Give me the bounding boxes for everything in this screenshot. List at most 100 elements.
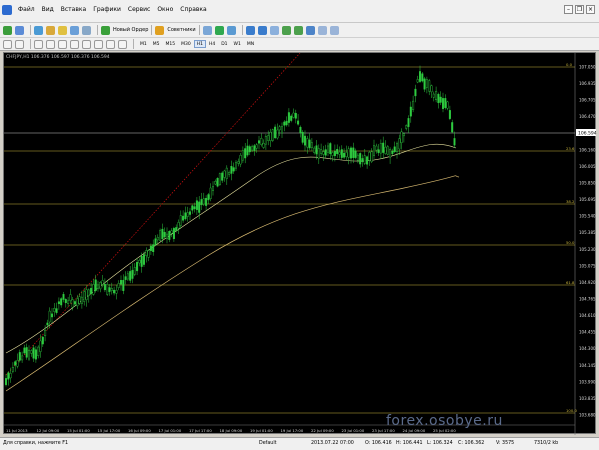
candle-body: [398, 138, 401, 150]
new-order-button[interactable]: Новый Ордер: [113, 27, 148, 33]
profiles-icon[interactable]: [15, 25, 24, 35]
candle-body: [90, 287, 93, 294]
timeframe-m30[interactable]: M30: [178, 40, 194, 48]
candle-body: [402, 133, 405, 137]
text-icon[interactable]: [94, 39, 103, 49]
close-button[interactable]: ×: [586, 5, 595, 14]
line-chart-icon[interactable]: [226, 25, 236, 35]
menu-help[interactable]: Справка: [180, 6, 206, 13]
toolbar-separator: [241, 25, 243, 35]
candle-body: [67, 300, 70, 305]
candle-chart-icon[interactable]: [214, 25, 224, 35]
candle-body: [73, 301, 76, 305]
candle-body: [55, 308, 58, 313]
vertical-line-icon[interactable]: [34, 39, 43, 49]
chart-shift-icon[interactable]: [293, 25, 303, 35]
minimize-button[interactable]: –: [564, 5, 573, 14]
label-icon[interactable]: [106, 39, 115, 49]
candle-body: [21, 355, 24, 361]
candle-body: [156, 236, 159, 241]
price-chart[interactable]: 107.050106.935106.705106.470106.315106.1…: [4, 53, 597, 435]
drawing-toolbar: M1 M5 M15 M30 H1 H4 D1 W1 MN: [0, 38, 599, 51]
candle-body: [425, 79, 428, 88]
horizontal-line-icon[interactable]: [46, 39, 55, 49]
restore-button[interactable]: ❐: [575, 5, 584, 14]
candle-body: [175, 227, 178, 231]
trendline-icon[interactable]: [58, 39, 67, 49]
status-bar: Для справки, нажмите F1 Default 2013.07.…: [0, 437, 599, 450]
price-tick-label: 106.705: [579, 98, 596, 103]
candle-body: [126, 273, 129, 280]
menu-tools[interactable]: Сервис: [128, 6, 150, 13]
candle-body: [14, 361, 17, 366]
candle-body: [205, 198, 208, 206]
timeframe-m15[interactable]: M15: [163, 40, 179, 48]
experts-button[interactable]: Советники: [167, 27, 195, 33]
candle-body: [382, 142, 385, 153]
candle-body: [294, 112, 297, 119]
time-tick-label: 22 Jul 09:00: [311, 428, 334, 433]
timeframe-h4[interactable]: H4: [206, 40, 218, 48]
navigator-icon[interactable]: [58, 25, 67, 35]
candle-body: [25, 347, 28, 358]
candle-body: [407, 118, 410, 127]
new-order-icon[interactable]: [101, 25, 110, 35]
fib-level-label: 50.0: [566, 240, 575, 245]
candle-body: [218, 173, 221, 185]
candle-body: [297, 120, 300, 125]
candle-body: [327, 145, 330, 153]
indicators-icon[interactable]: [305, 25, 315, 35]
timeframe-m5[interactable]: M5: [150, 40, 163, 48]
candle-body: [271, 129, 274, 141]
data-window-icon[interactable]: [46, 25, 55, 35]
toolbar-separator: [198, 25, 200, 35]
price-scale: 107.050106.935106.705106.470106.315106.1…: [579, 65, 596, 418]
timeframe-h1[interactable]: H1: [193, 40, 206, 48]
candle-body: [230, 166, 233, 174]
crosshair-icon[interactable]: [15, 39, 24, 49]
timeframe-mn[interactable]: MN: [244, 40, 257, 48]
bar-chart-icon[interactable]: [202, 25, 212, 35]
candle-body: [290, 115, 293, 121]
candle-body: [182, 215, 185, 221]
price-tick-label: 104.920: [579, 280, 596, 285]
new-chart-icon[interactable]: [3, 25, 12, 35]
menu-charts[interactable]: Графики: [93, 6, 121, 13]
candle-body: [448, 110, 451, 119]
templates-icon[interactable]: [329, 25, 339, 35]
candle-body: [147, 250, 150, 258]
channel-icon[interactable]: [70, 39, 79, 49]
menu-file[interactable]: Файл: [18, 6, 35, 13]
price-tick-label: 104.610: [579, 313, 596, 318]
trend-line[interactable]: [5, 53, 301, 376]
candle-body: [237, 161, 240, 164]
timeframe-m1[interactable]: M1: [137, 40, 150, 48]
menu-view[interactable]: Вид: [42, 6, 54, 13]
timeframe-w1[interactable]: W1: [231, 40, 244, 48]
zoom-out-icon[interactable]: [257, 25, 267, 35]
arrows-icon[interactable]: [118, 39, 127, 49]
zoom-in-icon[interactable]: [245, 25, 255, 35]
menu-window[interactable]: Окно: [157, 6, 173, 13]
candle-body: [101, 280, 104, 285]
candle-body: [363, 155, 366, 164]
timeframe-d1[interactable]: D1: [218, 40, 230, 48]
chart-window[interactable]: 107.050106.935106.705106.470106.315106.1…: [3, 52, 597, 435]
periods-icon[interactable]: [317, 25, 327, 35]
autoscroll-icon[interactable]: [281, 25, 291, 35]
current-price-label: 106.594: [578, 131, 597, 137]
price-tick-label: 105.540: [579, 214, 596, 219]
candle-body: [375, 145, 378, 151]
app-icon: [2, 5, 12, 15]
tester-icon[interactable]: [82, 25, 91, 35]
experts-icon[interactable]: [155, 25, 165, 35]
candle-body: [188, 211, 191, 215]
candle-body: [276, 129, 279, 139]
market-watch-icon[interactable]: [34, 25, 43, 35]
menu-insert[interactable]: Вставка: [61, 6, 86, 13]
tile-windows-icon[interactable]: [269, 25, 279, 35]
cursor-icon[interactable]: [3, 39, 12, 49]
terminal-icon[interactable]: [70, 25, 79, 35]
fibonacci-icon[interactable]: [82, 39, 91, 49]
candle-body: [315, 145, 318, 155]
